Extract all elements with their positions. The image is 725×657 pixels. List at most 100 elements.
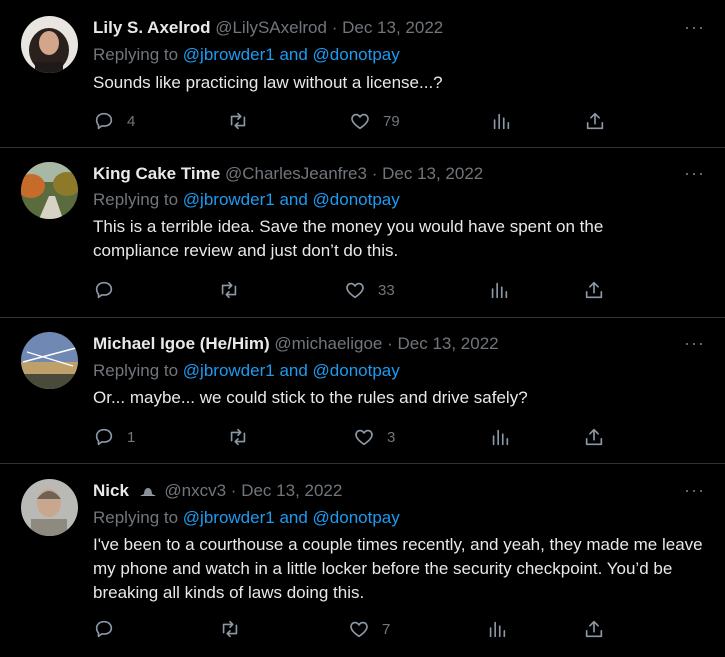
tweet-text: Or... maybe... we could stick to the rul… — [93, 388, 528, 407]
avatar[interactable] — [21, 16, 78, 73]
share-button[interactable] — [583, 279, 605, 301]
like-count: 7 — [382, 620, 391, 638]
retweet-button[interactable] — [218, 279, 252, 301]
tweet-header: Michael Igoe (He/Him) @michaeligoe · Dec… — [93, 334, 499, 354]
mention-link[interactable]: @donotpay — [313, 190, 400, 209]
avatar-image — [21, 479, 78, 536]
share-icon — [585, 281, 603, 299]
reply-button[interactable]: 1 — [93, 426, 135, 448]
like-button[interactable]: 3 — [353, 426, 395, 448]
tweet-text: I've been to a courthouse a couple times… — [93, 535, 703, 602]
hat-emoji-icon — [139, 487, 156, 496]
views-icon — [492, 429, 509, 446]
like-icon — [346, 282, 364, 299]
retweet-icon — [230, 428, 246, 446]
tweet-date[interactable]: Dec 13, 2022 — [342, 18, 443, 37]
user-handle[interactable]: @michaeligoe — [274, 334, 382, 353]
like-icon — [350, 621, 368, 638]
like-count: 3 — [387, 428, 396, 446]
like-button[interactable]: 7 — [348, 618, 390, 640]
share-button[interactable] — [584, 110, 606, 132]
reply-icon — [95, 112, 113, 130]
retweet-icon — [222, 620, 238, 638]
reply-and-text: and — [279, 508, 308, 527]
separator: · — [387, 334, 393, 353]
reply-icon — [95, 281, 113, 299]
display-name[interactable]: Michael Igoe (He/Him) — [93, 334, 270, 353]
reply-button[interactable]: 4 — [93, 110, 135, 132]
like-button[interactable]: 79 — [349, 110, 400, 132]
mention-link[interactable]: @jbrowder1 — [183, 45, 275, 64]
replying-to: Replying to @jbrowder1 and @donotpay — [93, 508, 400, 528]
tweet-text: Sounds like practicing law without a lic… — [93, 73, 443, 92]
mention-link[interactable]: @jbrowder1 — [183, 508, 275, 527]
avatar-image — [21, 162, 78, 219]
display-name[interactable]: Lily S. Axelrod — [93, 18, 210, 37]
tweet[interactable]: Michael Igoe (He/Him) @michaeligoe · Dec… — [0, 318, 725, 464]
more-options-icon[interactable]: ··· — [684, 163, 705, 184]
retweet-button[interactable] — [219, 618, 253, 640]
tweet-actions: 7 — [93, 618, 613, 642]
separator: · — [230, 481, 237, 500]
like-count: 33 — [378, 281, 395, 299]
share-button[interactable] — [583, 426, 605, 448]
retweet-icon — [230, 112, 246, 130]
share-button[interactable] — [583, 618, 605, 640]
tweet-date[interactable]: Dec 13, 2022 — [382, 164, 483, 183]
avatar[interactable] — [21, 162, 78, 219]
retweet-icon — [221, 281, 237, 299]
like-icon — [351, 113, 369, 130]
tweet-header: King Cake Time @CharlesJeanfre3 · Dec 13… — [93, 164, 483, 184]
display-name[interactable]: King Cake Time — [93, 164, 220, 183]
views-button[interactable] — [490, 110, 512, 132]
views-icon — [491, 282, 508, 299]
separator: · — [331, 18, 338, 37]
tweet-header: Nick @nxcv3 · Dec 13, 2022 — [93, 481, 342, 501]
like-count: 79 — [383, 112, 400, 130]
reply-and-text: and — [279, 190, 308, 209]
replying-to: Replying to @jbrowder1 and @donotpay — [93, 45, 400, 65]
tweet[interactable]: Nick @nxcv3 · Dec 13, 2022 ··· Replying … — [0, 464, 725, 657]
tweet[interactable]: Lily S. Axelrod @LilySAxelrod · Dec 13, … — [0, 0, 725, 148]
tweet-actions: 33 — [93, 279, 613, 303]
user-handle[interactable]: @LilySAxelrod — [215, 18, 327, 37]
replying-to: Replying to @jbrowder1 and @donotpay — [93, 361, 400, 381]
views-button[interactable] — [486, 618, 508, 640]
mention-link[interactable]: @donotpay — [313, 361, 400, 380]
avatar[interactable] — [21, 479, 78, 536]
reply-button[interactable] — [93, 618, 127, 640]
views-icon — [489, 621, 506, 638]
tweet-actions: 1 3 — [93, 426, 613, 450]
like-button[interactable]: 33 — [344, 279, 395, 301]
tweet-header: Lily S. Axelrod @LilySAxelrod · Dec 13, … — [93, 18, 443, 38]
user-handle[interactable]: @nxcv3 — [164, 481, 226, 500]
more-options-icon[interactable]: ··· — [684, 17, 705, 38]
replying-to-label: Replying to — [93, 361, 179, 380]
display-name[interactable]: Nick — [93, 481, 129, 500]
retweet-button[interactable] — [227, 426, 261, 448]
views-icon — [493, 113, 510, 130]
mention-link[interactable]: @jbrowder1 — [183, 361, 275, 380]
mention-link[interactable]: @donotpay — [313, 508, 400, 527]
views-button[interactable] — [488, 279, 510, 301]
reply-icon — [95, 428, 113, 446]
reply-icon — [95, 620, 113, 638]
tweet-date[interactable]: Dec 13, 2022 — [241, 481, 342, 500]
tweet-date[interactable]: Dec 13, 2022 — [398, 334, 499, 353]
avatar[interactable] — [21, 332, 78, 389]
more-options-icon[interactable]: ··· — [684, 480, 705, 501]
share-icon — [585, 428, 603, 446]
mention-link[interactable]: @donotpay — [313, 45, 400, 64]
reply-count: 1 — [127, 428, 136, 446]
like-icon — [355, 429, 373, 446]
more-options-icon[interactable]: ··· — [684, 333, 705, 354]
tweet-text: This is a terrible idea. Save the money … — [93, 217, 604, 260]
share-icon — [585, 620, 603, 638]
tweet[interactable]: King Cake Time @CharlesJeanfre3 · Dec 13… — [0, 148, 725, 318]
mention-link[interactable]: @jbrowder1 — [183, 190, 275, 209]
views-button[interactable] — [489, 426, 511, 448]
user-handle[interactable]: @CharlesJeanfre3 — [225, 164, 367, 183]
retweet-button[interactable] — [227, 110, 261, 132]
reply-count: 4 — [127, 112, 136, 130]
reply-button[interactable] — [93, 279, 127, 301]
